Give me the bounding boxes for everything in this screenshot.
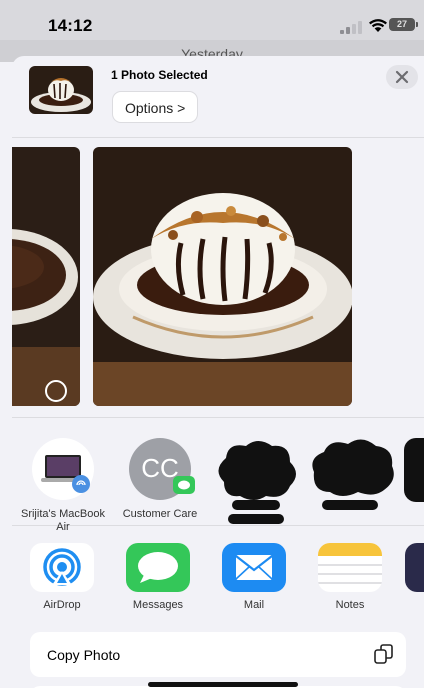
people-suggestions: Srijita's MacBook Air CC Customer Care (12, 417, 424, 533)
share-sheet: 1 Photo Selected Options > Srijita's Mac… (12, 56, 424, 688)
options-button[interactable]: Options > (112, 91, 199, 123)
messages-badge-icon (173, 476, 195, 494)
selected-photo-thumbnail (29, 66, 93, 114)
share-sheet-header: 1 Photo Selected Options > (12, 56, 424, 138)
photo-option-selected[interactable] (93, 147, 352, 406)
copy-icon (374, 644, 393, 664)
person-redacted[interactable] (210, 438, 300, 533)
app-label: AirDrop (43, 599, 81, 611)
status-bar: 14:12 27 (0, 0, 424, 40)
macbook-icon (32, 438, 94, 500)
airdrop-icon (30, 543, 94, 592)
selection-count-label: 1 Photo Selected (111, 68, 208, 82)
close-button[interactable] (386, 65, 418, 89)
app-label: Notes (335, 599, 365, 611)
mail-icon (222, 543, 286, 592)
wifi-icon (369, 19, 387, 32)
person-label: Customer Care (122, 508, 198, 520)
person-redacted[interactable] (306, 438, 396, 533)
action-label: Copy Photo (47, 647, 121, 663)
messages-icon (126, 543, 190, 592)
app-label: Messages (132, 599, 184, 611)
app-label: Mail (243, 599, 265, 611)
photo-select-radio[interactable] (45, 380, 67, 402)
close-icon (395, 70, 409, 84)
signal-bars-icon (340, 20, 366, 34)
status-time: 14:12 (48, 16, 93, 35)
photo-option-previous[interactable] (12, 147, 80, 406)
share-apps: AirDrop Messages Mail Notes (12, 525, 424, 625)
redacted-avatar-partial[interactable] (404, 438, 424, 502)
battery-level: 27 (396, 19, 407, 29)
app-partial-next[interactable] (405, 543, 424, 592)
photo-carousel[interactable] (12, 137, 424, 417)
copy-photo-action[interactable]: Copy Photo (30, 632, 406, 677)
redacted-avatar (312, 439, 394, 510)
notes-icon (318, 543, 382, 592)
battery-icon: 27 (389, 18, 418, 31)
home-indicator[interactable] (148, 682, 298, 687)
redacted-avatar (218, 441, 296, 524)
contact-avatar: CC (129, 438, 195, 500)
